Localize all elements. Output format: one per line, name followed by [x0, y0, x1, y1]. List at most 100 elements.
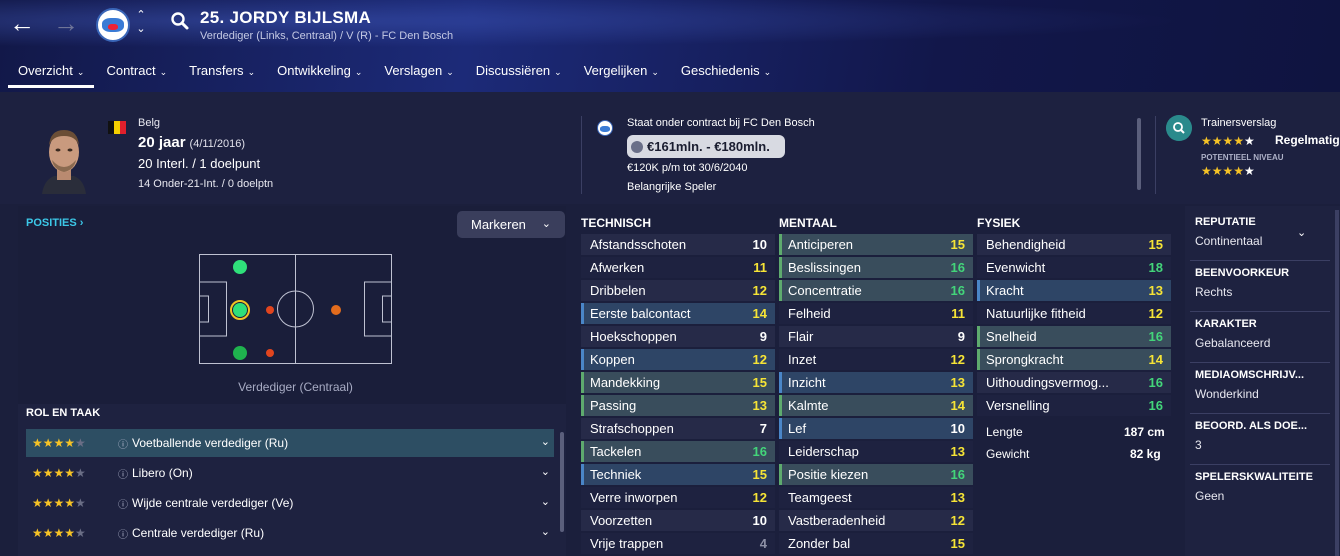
mental-attribute-row[interactable]: Positie kiezen 16	[779, 464, 973, 485]
role-row[interactable]: ★★★★★ ⓘ Centrale verdediger (Ru) ⌄	[26, 519, 554, 547]
role-row[interactable]: ★★★★★ ⓘ Voetballende verdediger (Ru) ⌄	[26, 429, 554, 457]
potential-ability-stars: ★★★★★	[1201, 164, 1255, 178]
mental-attribute-row[interactable]: Beslissingen 16	[779, 257, 973, 278]
physical-attribute-row[interactable]: Evenwicht 18	[977, 257, 1171, 278]
attribute-value: 15	[950, 536, 965, 551]
player-u21-caps: 14 Onder-21-Int. / 0 doelptn	[138, 178, 274, 190]
role-row[interactable]: ★★★★★ ⓘ Wijde centrale verdediger (Ve) ⌄	[26, 489, 554, 517]
tab-overzicht[interactable]: Overzicht ⌄	[8, 60, 95, 88]
physical-attribute-row[interactable]: Versnelling 16	[977, 395, 1171, 416]
mental-attribute-row[interactable]: Lef 10	[779, 418, 973, 439]
info-icon: ⓘ	[118, 469, 128, 481]
info-icon: ⓘ	[118, 529, 128, 541]
technical-attribute-row[interactable]: Eerste balcontact 14	[581, 303, 775, 324]
technical-attribute-row[interactable]: Verre inworpen 12	[581, 487, 775, 508]
magnify-icon[interactable]	[1166, 115, 1192, 141]
technical-attribute-row[interactable]: Passing 13	[581, 395, 775, 416]
attribute-name: Lef	[788, 421, 807, 436]
chevron-down-icon: ⌄	[354, 67, 363, 77]
tab-discussieren[interactable]: Discussiëren ⌄	[466, 60, 572, 88]
attribute-value: 9	[957, 329, 965, 344]
attribute-name: Teamgeest	[788, 490, 852, 505]
info-item: BEOORD. ALS DOE... 3	[1185, 420, 1335, 452]
mental-attribute-row[interactable]: Inzet 12	[779, 349, 973, 370]
transfer-value[interactable]: €161mln. - €180mln.	[627, 135, 785, 158]
trainer-report-title[interactable]: Trainersverslag	[1201, 117, 1276, 129]
mental-attribute-row[interactable]: Felheid 11	[779, 303, 973, 324]
technical-attribute-row[interactable]: Afwerken 11	[581, 257, 775, 278]
role-stars: ★★★★★	[32, 526, 86, 540]
tab-contract[interactable]: Contract ⌄	[96, 60, 177, 88]
info-heading: REPUTATIE	[1195, 216, 1256, 228]
arrow-right-icon[interactable]: →	[52, 10, 80, 38]
chevron-down-icon[interactable]: ⌄	[134, 22, 148, 36]
physical-attribute-row[interactable]: Uithoudingsvermog... 16	[977, 372, 1171, 393]
mark-button[interactable]: Markeren ⌄	[457, 211, 565, 238]
technical-attribute-row[interactable]: Hoekschoppen 9	[581, 326, 775, 347]
mental-attribute-row[interactable]: Flair 9	[779, 326, 973, 347]
mental-attribute-row[interactable]: Anticiperen 15	[779, 234, 973, 255]
attribute-name: Strafschoppen	[590, 421, 674, 436]
mental-attribute-row[interactable]: Leiderschap 13	[779, 441, 973, 462]
divider	[1190, 362, 1330, 363]
mental-attribute-row[interactable]: Inzicht 13	[779, 372, 973, 393]
scrollbar[interactable]	[1335, 210, 1339, 556]
tab-verslagen[interactable]: Verslagen ⌄	[374, 60, 463, 88]
technical-attribute-row[interactable]: Vrije trappen 4	[581, 533, 775, 554]
technical-attribute-row[interactable]: Mandekking 15	[581, 372, 775, 393]
technical-attribute-row[interactable]: Strafschoppen 7	[581, 418, 775, 439]
player-switcher[interactable]: ⌃ ⌄	[134, 8, 148, 36]
attribute-name: Tackelen	[590, 444, 642, 459]
mental-attribute-row[interactable]: Zonder bal 15	[779, 533, 973, 554]
info-value: Continentaal	[1195, 234, 1263, 248]
info-item: KARAKTER Gebalanceerd	[1185, 318, 1335, 350]
positions-link[interactable]: POSITIES ›	[26, 217, 83, 229]
position-dot-dm	[266, 306, 274, 314]
mental-attribute-row[interactable]: Vastberadenheid 12	[779, 510, 973, 531]
search-icon[interactable]	[170, 11, 190, 31]
tab-geschiedenis[interactable]: Geschiedenis ⌄	[671, 60, 781, 88]
attribute-value: 16	[950, 467, 965, 482]
position-caption: Verdediger (Centraal)	[238, 380, 353, 394]
technical-attribute-row[interactable]: Techniek 15	[581, 464, 775, 485]
info-value: Gebalanceerd	[1195, 336, 1271, 350]
technical-attribute-row[interactable]: Voorzetten 10	[581, 510, 775, 531]
attribute-value: 9	[759, 329, 767, 344]
mental-attribute-row[interactable]: Teamgeest 13	[779, 487, 973, 508]
physical-attribute-row[interactable]: Kracht 13	[977, 280, 1171, 301]
scrollbar[interactable]	[560, 432, 564, 532]
info-heading: BEOORD. ALS DOE...	[1195, 420, 1308, 432]
position-dot-dc	[233, 303, 247, 317]
role-row[interactable]: ★★★★★ ⓘ Libero (On) ⌄	[26, 459, 554, 487]
position-dot-dl	[233, 260, 247, 274]
scrollbar[interactable]	[1137, 118, 1141, 190]
physical-attribute-row[interactable]: Behendigheid 15	[977, 234, 1171, 255]
chevron-up-icon[interactable]: ⌃	[134, 8, 148, 22]
physical-attribute-row[interactable]: Snelheid 16	[977, 326, 1171, 347]
info-item: MEDIAOMSCHRIJV... Wonderkind	[1185, 369, 1335, 401]
physical-attribute-row[interactable]: Natuurlijke fitheid 12	[977, 303, 1171, 324]
chevron-down-icon: ⌄	[159, 67, 168, 77]
tab-bar: Overzicht ⌄ Contract ⌄ Transfers ⌄ Ontwikke…	[8, 60, 783, 88]
technical-attribute-row[interactable]: Dribbelen 12	[581, 280, 775, 301]
attribute-name: Dribbelen	[590, 283, 646, 298]
arrow-left-icon[interactable]: ←	[8, 10, 36, 38]
physical-attribute-row[interactable]: Sprongkracht 14	[977, 349, 1171, 370]
technical-attribute-row[interactable]: Afstandsschoten 10	[581, 234, 775, 255]
tab-vergelijken[interactable]: Vergelijken ⌄	[574, 60, 669, 88]
club-badge-icon[interactable]	[96, 8, 130, 42]
info-heading: MEDIAOMSCHRIJV...	[1195, 369, 1305, 381]
attribute-value: 14	[950, 398, 965, 413]
chevron-down-icon: ⌄	[540, 496, 550, 508]
tab-transfers[interactable]: Transfers ⌄	[179, 60, 265, 88]
technical-attribute-row[interactable]: Koppen 12	[581, 349, 775, 370]
technical-attribute-row[interactable]: Tackelen 16	[581, 441, 775, 462]
tab-ontwikkeling[interactable]: Ontwikkeling ⌄	[267, 60, 372, 88]
mental-attribute-row[interactable]: Kalmte 14	[779, 395, 973, 416]
divider	[1190, 464, 1330, 465]
technical-title: TECHNISCH	[581, 216, 652, 230]
attribute-value: 16	[752, 444, 767, 459]
role-stars: ★★★★★	[32, 436, 86, 450]
mental-attribute-row[interactable]: Concentratie 16	[779, 280, 973, 301]
info-heading: BEENVOORKEUR	[1195, 267, 1290, 279]
